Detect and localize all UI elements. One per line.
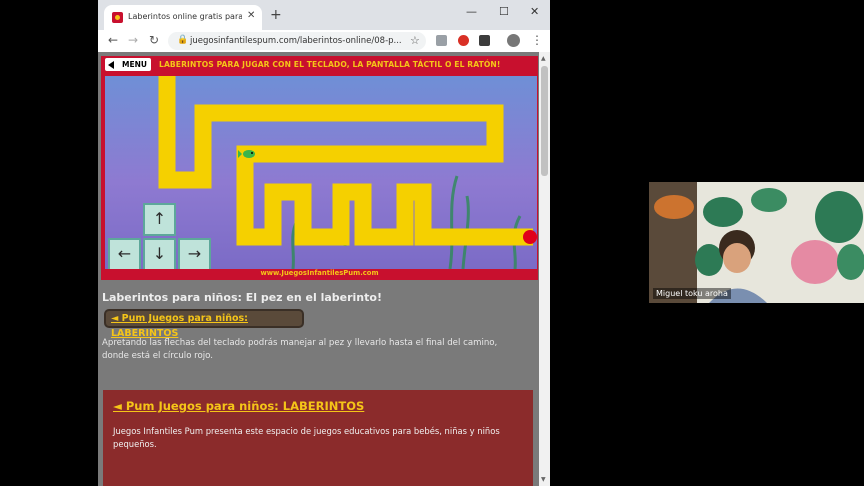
game-menu-button[interactable]: MENU [105, 58, 151, 71]
lock-icon: 🔒 [177, 35, 189, 45]
game-footer-url: www.JuegosInfantilesPum.com [260, 269, 379, 277]
back-to-mazes-link[interactable]: ◄ Pum Juegos para niños: LABERINTOS [104, 309, 304, 339]
section-text: Juegos Infantiles Pum presenta este espa… [113, 426, 500, 449]
goal-circle [523, 230, 537, 244]
browser-toolbar: ← → ↻ 🔒 juegosinfantilespum.com/laberint… [98, 30, 550, 52]
maze-game[interactable]: MENU LABERINTOS PARA JUGAR CON EL TECLAD… [101, 56, 538, 280]
browser-tab[interactable]: Laberintos online gratis para niñ ✕ [104, 5, 262, 30]
arrow-up-key[interactable]: ↑ [143, 203, 176, 236]
game-description: Apretando las flechas del teclado podrás… [102, 338, 498, 361]
site-favicon-icon [112, 12, 123, 23]
url-text: juegosinfantilespum.com/laberintos-onlin… [190, 36, 402, 46]
extension-dark-icon[interactable] [479, 35, 490, 46]
arrow-right-key[interactable]: → [178, 238, 211, 269]
forward-button[interactable]: → [128, 33, 138, 47]
video-call-tile[interactable]: Miguel toku aroha [649, 182, 864, 303]
maximize-button[interactable]: ☐ [499, 5, 509, 18]
scrollbar-thumb[interactable] [541, 66, 548, 176]
arrow-left-key[interactable]: ← [108, 238, 141, 269]
game-banner: LABERINTOS PARA JUGAR CON EL TECLADO, LA… [159, 60, 501, 69]
maze-path [158, 76, 533, 246]
vertical-scrollbar[interactable]: ▲ ▼ [539, 52, 550, 486]
close-window-button[interactable]: ✕ [530, 5, 539, 18]
scroll-down-arrow-icon[interactable]: ▼ [541, 476, 546, 483]
participant-name-label: Miguel toku aroha [653, 288, 731, 299]
tab-title: Laberintos online gratis para niñ [128, 12, 242, 21]
reload-button[interactable]: ↻ [149, 33, 159, 47]
browser-window: Laberintos online gratis para niñ ✕ + — … [98, 0, 550, 486]
arrow-down-key[interactable]: ↓ [143, 238, 176, 269]
section-mazes-link[interactable]: ◄ Pum Juegos para niños: LABERINTOS [113, 399, 364, 413]
back-button[interactable]: ← [108, 33, 118, 47]
scroll-up-arrow-icon[interactable]: ▲ [541, 55, 546, 62]
maze-playfield[interactable]: ↑ ← ↓ → [105, 76, 537, 269]
tab-close-button[interactable]: ✕ [247, 10, 255, 21]
participant-video [649, 182, 864, 303]
extension-icon[interactable] [436, 35, 447, 46]
address-bar[interactable]: 🔒 juegosinfantilespum.com/laberintos-onl… [168, 32, 426, 50]
minimize-button[interactable]: — [466, 5, 477, 18]
page-heading: Laberintos para niños: El pez en el labe… [102, 291, 382, 304]
tab-strip: Laberintos online gratis para niñ ✕ + — … [98, 0, 550, 30]
info-section: ◄ Pum Juegos para niños: LABERINTOS Jueg… [103, 390, 533, 486]
profile-avatar[interactable] [507, 34, 520, 47]
new-tab-button[interactable]: + [270, 7, 282, 23]
page-content: MENU LABERINTOS PARA JUGAR CON EL TECLAD… [98, 52, 539, 486]
bookmark-star-icon[interactable]: ☆ [410, 34, 420, 47]
browser-menu-icon[interactable]: ⋮ [531, 33, 543, 47]
adblock-extension-icon[interactable] [458, 35, 469, 46]
